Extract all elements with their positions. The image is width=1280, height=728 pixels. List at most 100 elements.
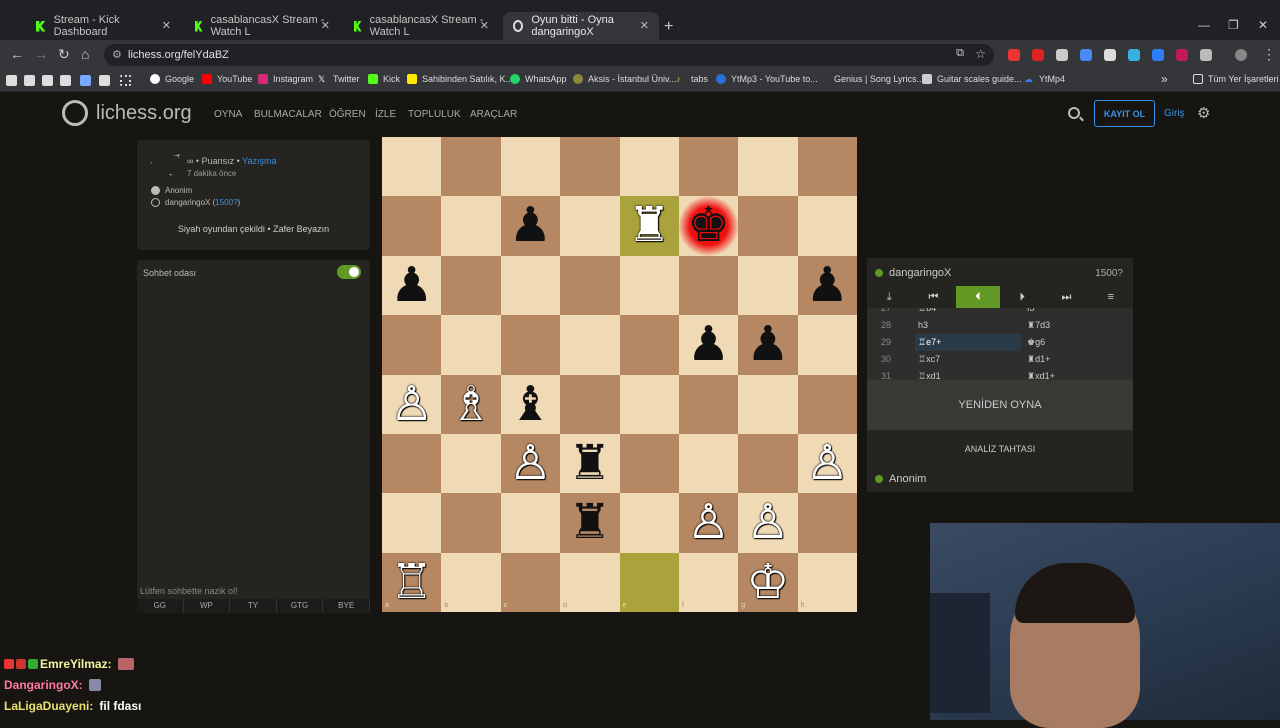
new-tab-button[interactable]: + <box>664 18 673 36</box>
bookmark-google[interactable]: Google <box>150 74 194 84</box>
preset-wp[interactable]: WP <box>184 599 231 613</box>
square-h1[interactable] <box>797 552 857 612</box>
square-b7[interactable] <box>441 196 501 256</box>
bookmark-icon[interactable] <box>6 75 17 86</box>
black-move[interactable]: ♚g6 <box>1027 337 1045 348</box>
black-move[interactable]: ♜xd1+ <box>1027 371 1055 380</box>
nav-bulmacalar[interactable]: BULMACALAR <box>254 109 322 120</box>
square-b3[interactable] <box>441 433 501 494</box>
square-e5[interactable] <box>619 315 679 375</box>
piece-a4[interactable]: ♙ <box>382 375 441 434</box>
square-f3[interactable] <box>678 433 739 494</box>
chess-board[interactable]: 8 7 6 5 4 3 2 1 a b c d e f g h ♟ ♜ ♚ ♟ ♟ ♟ ♟ ♙ ♗ ♝ ♙ ♜ ♙ ♜ ♙ ♙ ♖ ♔ <box>382 137 857 612</box>
extension-icon[interactable] <box>1032 49 1044 61</box>
square-h7[interactable] <box>797 196 857 256</box>
search-extension-icon[interactable] <box>1056 49 1068 61</box>
nav-izle[interactable]: İZLE <box>375 109 396 120</box>
all-bookmarks[interactable]: Tüm Yer İşaretleri <box>1193 74 1279 84</box>
square-d5[interactable] <box>560 315 620 375</box>
back-icon[interactable]: ← <box>10 46 24 62</box>
square-a2[interactable] <box>382 493 442 553</box>
piece-c4[interactable]: ♝ <box>501 375 560 434</box>
bookmark-whatsapp[interactable]: WhatsApp <box>510 74 567 84</box>
square-g4[interactable] <box>738 374 798 434</box>
address-bar[interactable]: ⚙ lichess.org/felYdaBZ ☆ ⧉ <box>104 44 994 66</box>
square-f1[interactable] <box>678 552 739 612</box>
square-c2[interactable] <box>500 493 561 553</box>
variant-link[interactable]: Yazışma <box>242 156 276 166</box>
shield-icon[interactable] <box>1104 49 1116 61</box>
square-h4[interactable] <box>797 374 857 434</box>
piece-f2[interactable]: ♙ <box>679 493 738 552</box>
prev-move-icon[interactable]: ⏴ <box>955 286 1000 308</box>
square-b1[interactable] <box>441 552 501 612</box>
square-d8[interactable] <box>560 137 620 197</box>
extension-icon[interactable] <box>1128 49 1140 61</box>
nav-ogren[interactable]: ÖĞREN <box>329 109 366 120</box>
square-c8[interactable] <box>500 137 561 197</box>
rematch-button[interactable]: YENİDEN OYNA <box>867 380 1133 430</box>
bookmark-ytmp4[interactable]: ☁ YtMp4 <box>1024 74 1065 84</box>
square-b5[interactable] <box>441 315 501 375</box>
piece-g5[interactable]: ♟ <box>738 315 797 374</box>
square-g3[interactable] <box>738 433 798 494</box>
piece-f7[interactable]: ♚ <box>679 196 738 255</box>
apps-icon[interactable] <box>120 75 131 86</box>
square-d6[interactable] <box>560 255 620 316</box>
nav-araclar[interactable]: ARAÇLAR <box>470 109 517 120</box>
square-g8[interactable] <box>738 137 798 197</box>
chat-toggle[interactable] <box>337 265 361 279</box>
piece-a6[interactable]: ♟ <box>382 256 441 315</box>
translate-icon[interactable] <box>1080 49 1092 61</box>
square-d1[interactable] <box>560 552 620 612</box>
signup-button[interactable]: KAYIT OL <box>1094 100 1155 127</box>
square-a7[interactable] <box>382 196 442 256</box>
square-h8[interactable] <box>797 137 857 197</box>
maximize-icon[interactable]: ❐ <box>1228 18 1239 32</box>
bookmark-icon[interactable] <box>60 75 71 86</box>
white-move[interactable]: ♖xc7 <box>915 351 1021 368</box>
top-player-name[interactable]: dangaringoX <box>889 267 951 279</box>
square-c1[interactable] <box>500 552 561 612</box>
first-move-icon[interactable]: ⏮ <box>911 286 955 308</box>
install-app-icon[interactable]: ⧉ <box>956 47 964 60</box>
tab-kick-dashboard[interactable]: Stream - Kick Dashboard ✕ <box>26 12 181 40</box>
white-move[interactable]: ♖e7+ <box>915 334 1021 351</box>
bookmark-aksis[interactable]: Aksis - İstanbul Üniv... <box>573 74 676 84</box>
close-window-icon[interactable]: ✕ <box>1258 18 1268 32</box>
home-icon[interactable]: ⌂ <box>81 46 89 62</box>
bookmark-icon[interactable] <box>42 75 53 86</box>
piece-c7[interactable]: ♟ <box>501 196 560 255</box>
black-player[interactable]: dangaringoX (1500?) <box>151 198 240 207</box>
square-e4[interactable] <box>619 374 679 434</box>
bookmark-twitter[interactable]: 𝕏 Twitter <box>318 74 360 84</box>
piece-c3[interactable]: ♙ <box>501 434 560 493</box>
white-move[interactable]: h3 <box>915 317 1021 334</box>
tab-casablancas-2[interactable]: casablancasX Stream - Watch L ✕ <box>344 12 499 40</box>
bookmark-tabs[interactable]: ♪ tabs <box>676 74 708 84</box>
piece-e7[interactable]: ♜ <box>620 196 679 255</box>
square-c6[interactable] <box>500 255 561 316</box>
square-e3[interactable] <box>619 433 679 494</box>
bookmark-kick[interactable]: Kick <box>368 74 400 84</box>
piece-g2[interactable]: ♙ <box>738 493 797 552</box>
square-d7[interactable] <box>560 196 620 256</box>
bookmark-guitar[interactable]: Guitar scales guide... <box>922 74 1022 84</box>
tab-lichess-game[interactable]: Oyun bitti - Oyna dangaringoX ✕ <box>503 12 659 40</box>
search-icon[interactable] <box>1068 107 1080 119</box>
chat-input[interactable]: Lütfen sohbette nazik ol! <box>140 586 238 596</box>
square-b2[interactable] <box>441 493 501 553</box>
bookmarks-overflow-icon[interactable]: » <box>1161 72 1168 86</box>
preset-gg[interactable]: GG <box>137 599 184 613</box>
tab-casablancas-1[interactable]: casablancasX Stream - Watch L ✕ <box>185 12 340 40</box>
black-move[interactable]: ♜d1+ <box>1027 354 1050 365</box>
close-icon[interactable]: ✕ <box>321 19 330 32</box>
square-a8[interactable] <box>382 137 442 197</box>
piece-b4[interactable]: ♗ <box>441 375 500 434</box>
square-c5[interactable] <box>500 315 561 375</box>
bookmark-genius[interactable]: Genius | Song Lyrics... <box>834 74 924 84</box>
vpn-icon[interactable] <box>1152 49 1164 61</box>
square-h2[interactable] <box>797 493 857 553</box>
square-a3[interactable] <box>382 433 442 494</box>
square-b6[interactable] <box>441 255 501 316</box>
